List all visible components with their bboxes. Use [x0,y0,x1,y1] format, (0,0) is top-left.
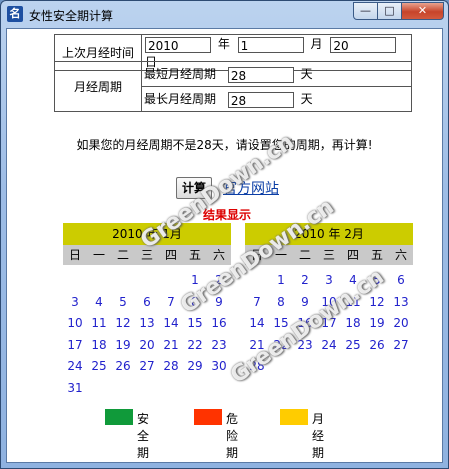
calendar-day[interactable]: 11 [87,316,111,330]
year-unit: 年 [217,37,230,51]
day-input[interactable]: 20 [330,36,397,53]
instruction-message: 如果您的月经周期不是28天，请设置您的周期，再计算! [76,138,373,152]
calendar-day[interactable]: 14 [159,316,183,330]
close-button[interactable]: ✕ [401,2,444,20]
calendar-day[interactable]: 23 [207,338,231,352]
calendar-day[interactable]: 24 [317,338,341,352]
window-title: 女性安全期计算 [29,9,114,23]
calendar-day[interactable]: 5 [111,295,135,309]
cycle-label: 月经周期 [54,61,142,112]
app-icon: 名 [7,6,23,22]
calendar-day[interactable]: 27 [389,338,413,352]
month-input[interactable]: 1 [237,36,304,53]
calendar-day[interactable]: 26 [365,338,389,352]
safe-period-swatch [105,409,133,425]
calendar-day[interactable]: 2 [293,273,317,287]
shortest-cycle-input[interactable]: 28 [227,66,294,83]
calendar-day[interactable]: 16 [207,316,231,330]
calendar-day[interactable]: 28 [159,359,183,373]
longest-cycle-input[interactable]: 28 [227,91,294,108]
calendar-day[interactable]: 8 [269,295,293,309]
calendar-day[interactable]: 20 [389,316,413,330]
calendar-day[interactable]: 15 [183,316,207,330]
weekday-label: 一 [92,248,105,262]
month-unit: 月 [310,37,323,51]
weekday-label: 六 [394,248,407,262]
danger-period-label: 危险期 [226,412,239,460]
calendar-day[interactable]: 24 [63,359,87,373]
calendar-day[interactable]: 18 [87,338,111,352]
client-area: 上次月经时间 2010 年 1 月 20 日 月经周期 最短月经周期 28 天 [6,28,443,463]
longest-cycle-label: 最长月经周期 [144,92,217,107]
calendar-day[interactable]: 29 [183,359,207,373]
menstrual-period-swatch [280,409,308,425]
minimize-button[interactable]: — [353,2,378,20]
calendar-day[interactable]: 20 [135,338,159,352]
weekday-label: 二 [298,248,311,262]
calendar-day[interactable]: 10 [63,316,87,330]
calendar-day[interactable]: 6 [389,273,413,287]
calendar-day[interactable]: 25 [87,359,111,373]
weekday-label: 三 [322,248,335,262]
weekday-label: 四 [346,248,359,262]
weekday-label: 五 [370,248,383,262]
weekday-label: 五 [188,248,201,262]
menstrual-period-label: 月经期 [312,412,325,460]
weekday-label: 四 [164,248,177,262]
cycle-table: 月经周期 最短月经周期 28 天 最长月经周期 28 天 [54,61,412,112]
calendar-day[interactable]: 19 [111,338,135,352]
shortest-cycle-label: 最短月经周期 [144,67,217,82]
calendar-day[interactable]: 27 [135,359,159,373]
weekday-label: 日 [68,248,81,262]
calendar-day[interactable]: 1 [269,273,293,287]
calendar-day[interactable]: 22 [183,338,207,352]
calendar-day[interactable]: 6 [135,295,159,309]
calendar-day[interactable]: 21 [159,338,183,352]
calendar-day[interactable]: 25 [341,338,365,352]
shortest-cycle-unit: 天 [300,67,313,82]
calendar-day[interactable]: 26 [111,359,135,373]
calendar-day[interactable]: 13 [389,295,413,309]
calendar-january: 2010 年 1月 日一二三四五六 1 2 3 4 5 6 7 8 9 10 11 12 13 14 15 1… [63,223,231,415]
app-window: 名 女性安全期计算 — □ ✕ 上次月经时间 2010 年 1 月 20 日 月… [0,0,449,469]
calendar-day[interactable]: 3 [317,273,341,287]
calendar-day[interactable]: 4 [87,295,111,309]
calendar-day[interactable]: 14 [245,316,269,330]
calendar-day[interactable]: 12 [111,316,135,330]
year-input[interactable]: 2010 [145,36,211,53]
calendar-day[interactable]: 17 [63,338,87,352]
calendar-day[interactable]: 19 [365,316,389,330]
calendar-day[interactable]: 13 [135,316,159,330]
title-bar[interactable]: 名 女性安全期计算 — □ ✕ [1,1,448,28]
danger-period-swatch [194,409,222,425]
calendar-day[interactable]: 3 [63,295,87,309]
calendar-day[interactable]: 7 [245,295,269,309]
maximize-button[interactable]: □ [377,2,402,20]
weekday-label: 二 [116,248,129,262]
longest-cycle-unit: 天 [300,92,313,107]
calendar-day[interactable]: 31 [63,381,87,395]
calendar-day[interactable]: 18 [341,316,365,330]
safe-period-label: 安全期 [137,412,150,460]
